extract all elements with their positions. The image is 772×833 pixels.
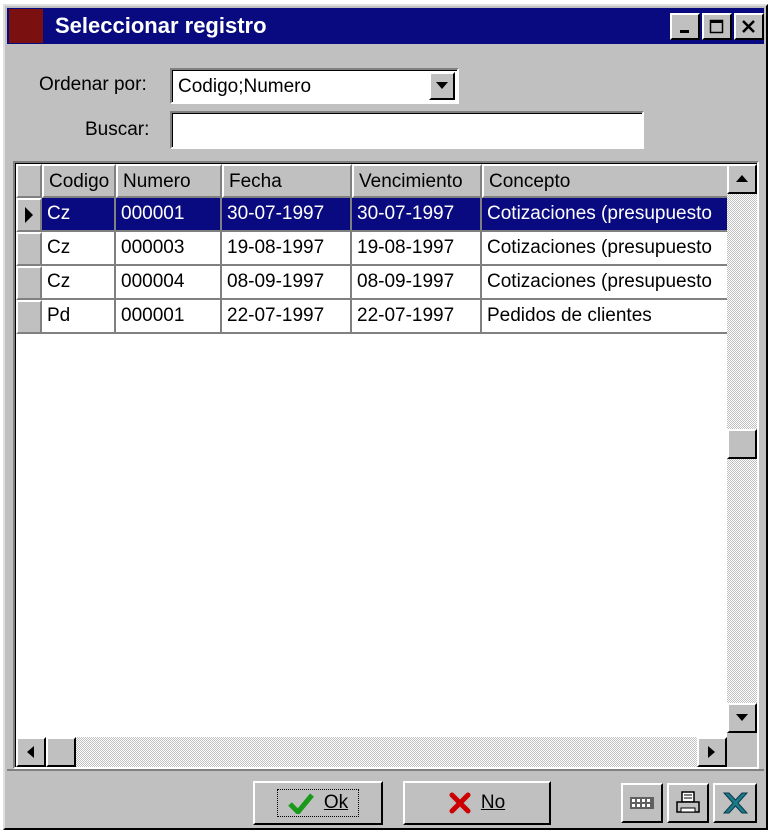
arrow-down-icon [736, 714, 748, 721]
export-excel-button[interactable] [713, 783, 757, 823]
title-bar[interactable]: Seleccionar registro [7, 8, 764, 44]
printer-icon [676, 791, 700, 813]
arrow-right-icon [708, 746, 715, 758]
dropdown-button[interactable] [429, 72, 455, 100]
table-row[interactable]: Cz 000004 08-09-1997 08-09-1997 Cotizaci… [16, 266, 742, 300]
select-record-window: Seleccionar registro Ordenar por: Codigo… [3, 4, 768, 830]
calculator-button[interactable] [621, 783, 663, 823]
scroll-left-button[interactable] [16, 737, 46, 767]
cell-numero[interactable]: 000001 [116, 198, 222, 232]
column-header-fecha[interactable]: Fecha [222, 164, 352, 198]
cell-numero[interactable]: 000001 [116, 300, 222, 334]
cell-fecha[interactable]: 22-07-1997 [222, 300, 352, 334]
column-header-concepto[interactable]: Concepto [482, 164, 742, 198]
scroll-down-button[interactable] [727, 703, 757, 733]
cell-fecha[interactable]: 30-07-1997 [222, 198, 352, 232]
ok-button[interactable]: Ok [253, 781, 383, 825]
row-indicator[interactable] [16, 232, 42, 266]
no-button[interactable]: No [403, 781, 551, 825]
scrollbar-corner [727, 733, 757, 767]
order-by-label: Ordenar por: [39, 74, 147, 95]
app-icon[interactable] [9, 9, 43, 43]
cell-concepto[interactable]: Cotizaciones (presupuesto [482, 266, 742, 300]
column-header-codigo[interactable]: Codigo [42, 164, 116, 198]
records-grid: Codigo Numero Fecha Vencimiento Concepto… [13, 161, 759, 769]
button-bar: Ok No [7, 769, 764, 828]
cell-concepto[interactable]: Cotizaciones (presupuesto [482, 232, 742, 266]
chevron-down-icon [436, 82, 448, 89]
cell-codigo[interactable]: Cz [42, 266, 116, 300]
order-by-select[interactable]: Codigo;Numero [170, 68, 459, 104]
close-icon [742, 19, 755, 33]
arrow-up-icon [736, 175, 748, 182]
cell-concepto[interactable]: Pedidos de clientes [482, 300, 742, 334]
excel-icon [722, 792, 749, 814]
close-button[interactable] [734, 13, 764, 40]
vertical-scrollbar[interactable] [727, 164, 757, 733]
minimize-icon [680, 29, 689, 33]
print-button[interactable] [667, 783, 709, 823]
table-row[interactable]: Cz 000001 30-07-1997 30-07-1997 Cotizaci… [16, 198, 742, 232]
cell-vencimiento[interactable]: 22-07-1997 [352, 300, 482, 334]
table-row[interactable]: Cz 000003 19-08-1997 19-08-1997 Cotizaci… [16, 232, 742, 266]
ok-label: Ok [323, 792, 349, 813]
cell-fecha[interactable]: 19-08-1997 [222, 232, 352, 266]
search-input[interactable] [172, 113, 642, 147]
cell-codigo[interactable]: Pd [42, 300, 116, 334]
window-title: Seleccionar registro [55, 13, 267, 38]
cell-fecha[interactable]: 08-09-1997 [222, 266, 352, 300]
grid-header: Codigo Numero Fecha Vencimiento Concepto [16, 164, 742, 198]
row-indicator[interactable] [16, 266, 42, 300]
calculator-icon [630, 797, 654, 809]
minimize-button[interactable] [670, 13, 700, 40]
checkmark-icon [288, 793, 314, 814]
no-label: No [480, 792, 506, 813]
cell-codigo[interactable]: Cz [42, 198, 116, 232]
arrow-left-icon [27, 746, 34, 758]
cell-concepto[interactable]: Cotizaciones (presupuesto [482, 198, 742, 232]
row-indicator[interactable] [16, 300, 42, 334]
search-label: Buscar: [85, 119, 150, 140]
column-header-numero[interactable]: Numero [116, 164, 222, 198]
maximize-icon [709, 19, 724, 33]
vertical-scroll-thumb[interactable] [727, 429, 757, 459]
cell-vencimiento[interactable]: 30-07-1997 [352, 198, 482, 232]
cancel-x-icon [449, 792, 471, 814]
scroll-right-button[interactable] [697, 737, 727, 767]
cell-numero[interactable]: 000003 [116, 232, 222, 266]
current-row-arrow-icon [25, 207, 33, 223]
header-indicator-cell [16, 164, 42, 198]
cell-vencimiento[interactable]: 19-08-1997 [352, 232, 482, 266]
horizontal-scroll-thumb[interactable] [46, 737, 76, 767]
column-header-vencimiento[interactable]: Vencimiento [352, 164, 482, 198]
order-by-value: Codigo;Numero [178, 76, 312, 97]
cell-numero[interactable]: 000004 [116, 266, 222, 300]
horizontal-scrollbar[interactable] [16, 737, 727, 767]
table-row[interactable]: Pd 000001 22-07-1997 22-07-1997 Pedidos … [16, 300, 742, 334]
row-indicator[interactable] [16, 198, 42, 232]
cell-vencimiento[interactable]: 08-09-1997 [352, 266, 482, 300]
scroll-up-button[interactable] [727, 164, 757, 194]
cell-codigo[interactable]: Cz [42, 232, 116, 266]
search-field-frame [170, 111, 644, 149]
maximize-button[interactable] [702, 13, 732, 40]
